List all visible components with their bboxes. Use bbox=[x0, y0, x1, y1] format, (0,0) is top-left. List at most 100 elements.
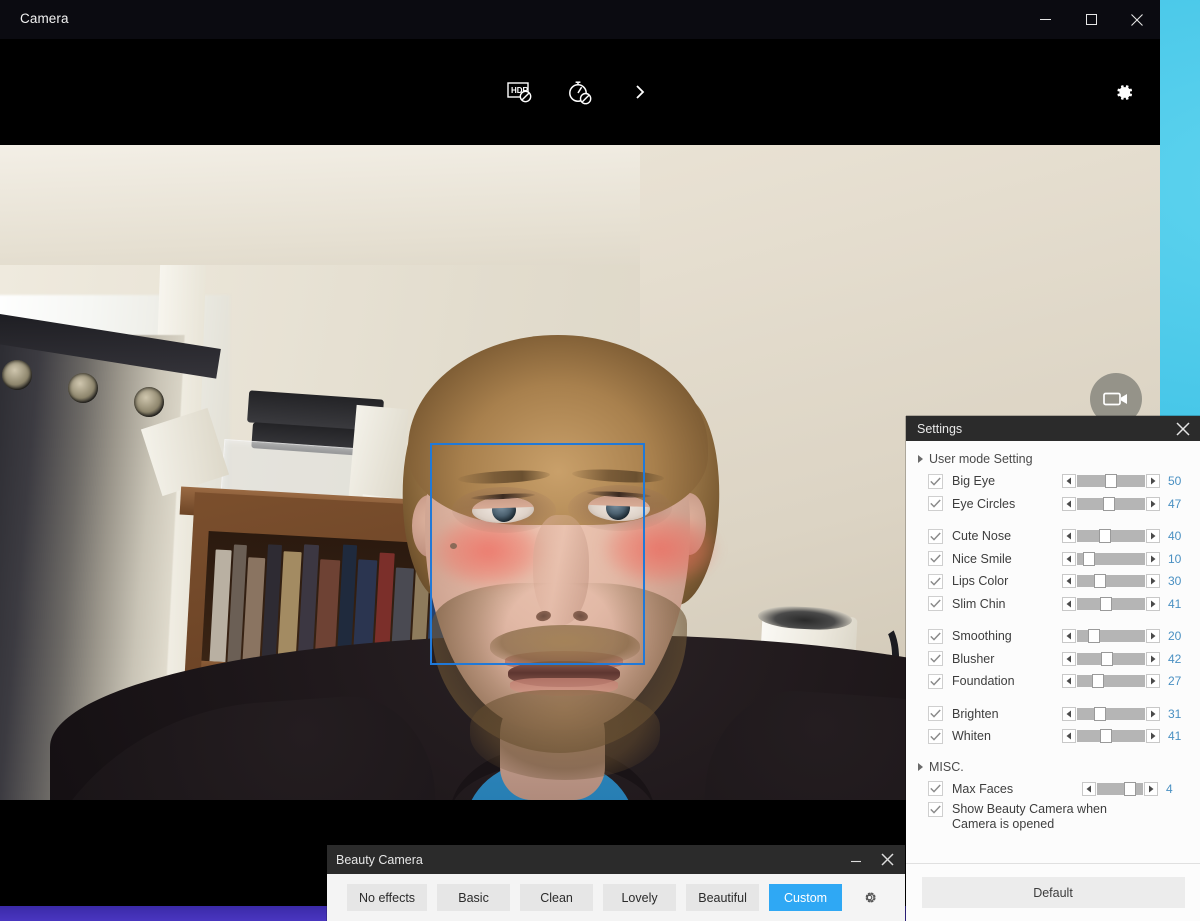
setting-row-slim-chin[interactable]: Slim Chin 41 bbox=[906, 593, 1200, 616]
slider-control[interactable]: 41 bbox=[1062, 725, 1190, 748]
slider-track[interactable] bbox=[1077, 551, 1145, 566]
settings-group-header-misc[interactable]: MISC. bbox=[906, 758, 1200, 778]
slider-increase-button[interactable] bbox=[1146, 706, 1160, 721]
slider-track[interactable] bbox=[1077, 596, 1145, 611]
slider-increase-button[interactable] bbox=[1146, 651, 1160, 666]
checkbox-smoothing[interactable] bbox=[928, 628, 943, 644]
slider-decrease-button[interactable] bbox=[1062, 674, 1076, 689]
settings-group-header-user-mode-setting[interactable]: User mode Setting bbox=[906, 450, 1200, 470]
close-button[interactable] bbox=[1114, 0, 1160, 39]
slider-thumb[interactable] bbox=[1124, 781, 1136, 796]
checkbox-big-eye[interactable] bbox=[928, 473, 943, 489]
slider-thumb[interactable] bbox=[1099, 529, 1111, 544]
effect-button-custom[interactable]: Custom bbox=[769, 884, 843, 911]
setting-row-max-faces[interactable]: Max Faces 4 bbox=[906, 778, 1200, 801]
slider-track[interactable] bbox=[1077, 706, 1145, 721]
setting-row-whiten[interactable]: Whiten 41 bbox=[906, 725, 1200, 748]
slider-decrease-button[interactable] bbox=[1062, 729, 1076, 744]
slider-thumb[interactable] bbox=[1092, 674, 1104, 689]
setting-row-smoothing[interactable]: Smoothing 20 bbox=[906, 625, 1200, 648]
slider-increase-button[interactable] bbox=[1146, 629, 1160, 644]
slider-thumb[interactable] bbox=[1083, 551, 1095, 566]
slider-decrease-button[interactable] bbox=[1062, 574, 1076, 589]
more-options-button[interactable] bbox=[623, 75, 657, 109]
slider-track[interactable] bbox=[1077, 529, 1145, 544]
beauty-minimize-button[interactable] bbox=[840, 845, 872, 874]
slider-increase-button[interactable] bbox=[1146, 496, 1160, 511]
slider-decrease-button[interactable] bbox=[1062, 596, 1076, 611]
slider-thumb[interactable] bbox=[1100, 596, 1112, 611]
checkbox-slim-chin[interactable] bbox=[928, 596, 943, 612]
setting-row-lips-color[interactable]: Lips Color 30 bbox=[906, 570, 1200, 593]
effect-button-clean[interactable]: Clean bbox=[520, 884, 594, 911]
setting-row-eye-circles[interactable]: Eye Circles 47 bbox=[906, 493, 1200, 516]
setting-row-blusher[interactable]: Blusher 42 bbox=[906, 648, 1200, 671]
slider-thumb[interactable] bbox=[1094, 706, 1106, 721]
slider-track[interactable] bbox=[1077, 474, 1145, 489]
camera-settings-button[interactable] bbox=[1112, 39, 1135, 145]
effect-button-beautiful[interactable]: Beautiful bbox=[686, 884, 760, 911]
effect-button-no-effects[interactable]: No effects bbox=[347, 884, 428, 911]
checkbox-eye-circles[interactable] bbox=[928, 496, 943, 512]
checkbox-lips-color[interactable] bbox=[928, 573, 943, 589]
minimize-button[interactable] bbox=[1022, 0, 1068, 39]
checkbox-blusher[interactable] bbox=[928, 651, 943, 667]
slider-control[interactable]: 10 bbox=[1062, 548, 1190, 571]
checkbox-nice-smile[interactable] bbox=[928, 551, 943, 567]
slider-decrease-button[interactable] bbox=[1062, 474, 1076, 489]
setting-row-brighten[interactable]: Brighten 31 bbox=[906, 703, 1200, 726]
checkbox-cute-nose[interactable] bbox=[928, 528, 943, 544]
slider-track[interactable] bbox=[1097, 781, 1143, 796]
slider-thumb[interactable] bbox=[1088, 629, 1100, 644]
slider-control[interactable]: 42 bbox=[1062, 648, 1190, 671]
slider-control[interactable]: 4 bbox=[1082, 778, 1188, 801]
slider-control[interactable]: 41 bbox=[1062, 593, 1190, 616]
slider-increase-button[interactable] bbox=[1146, 596, 1160, 611]
slider-decrease-button[interactable] bbox=[1062, 496, 1076, 511]
slider-thumb[interactable] bbox=[1100, 729, 1112, 744]
slider-track[interactable] bbox=[1077, 574, 1145, 589]
setting-row-cute-nose[interactable]: Cute Nose 40 bbox=[906, 525, 1200, 548]
slider-increase-button[interactable] bbox=[1146, 474, 1160, 489]
beauty-close-button[interactable] bbox=[871, 845, 903, 874]
slider-decrease-button[interactable] bbox=[1062, 629, 1076, 644]
slider-track[interactable] bbox=[1077, 674, 1145, 689]
slider-increase-button[interactable] bbox=[1146, 574, 1160, 589]
setting-row-foundation[interactable]: Foundation 27 bbox=[906, 670, 1200, 693]
slider-decrease-button[interactable] bbox=[1062, 706, 1076, 721]
hdr-off-button[interactable]: HDR bbox=[503, 75, 537, 109]
slider-thumb[interactable] bbox=[1105, 474, 1117, 489]
slider-track[interactable] bbox=[1077, 629, 1145, 644]
checkbox-foundation[interactable] bbox=[928, 673, 943, 689]
settings-scroll-area[interactable]: User mode Setting Big Eye 50 Eye Circles 47 C… bbox=[906, 441, 1200, 881]
slider-increase-button[interactable] bbox=[1146, 551, 1160, 566]
beauty-settings-button[interactable] bbox=[854, 883, 885, 912]
slider-increase-button[interactable] bbox=[1146, 529, 1160, 544]
slider-track[interactable] bbox=[1077, 651, 1145, 666]
photo-timer-off-button[interactable] bbox=[563, 75, 597, 109]
slider-increase-button[interactable] bbox=[1146, 729, 1160, 744]
effect-button-basic[interactable]: Basic bbox=[437, 884, 511, 911]
slider-control[interactable]: 47 bbox=[1062, 493, 1190, 516]
slider-decrease-button[interactable] bbox=[1062, 551, 1076, 566]
slider-thumb[interactable] bbox=[1103, 496, 1115, 511]
default-button[interactable]: Default bbox=[921, 877, 1185, 908]
setting-row-big-eye[interactable]: Big Eye 50 bbox=[906, 470, 1200, 493]
slider-control[interactable]: 31 bbox=[1062, 703, 1190, 726]
slider-decrease-button[interactable] bbox=[1062, 651, 1076, 666]
checkbox-whiten[interactable] bbox=[928, 728, 943, 744]
maximize-button[interactable] bbox=[1068, 0, 1114, 39]
slider-control[interactable]: 50 bbox=[1062, 470, 1190, 493]
checkbox-max-faces[interactable] bbox=[928, 781, 943, 797]
slider-control[interactable]: 20 bbox=[1062, 625, 1190, 648]
slider-control[interactable]: 27 bbox=[1062, 670, 1190, 693]
slider-increase-button[interactable] bbox=[1146, 674, 1160, 689]
slider-thumb[interactable] bbox=[1094, 574, 1106, 589]
setting-row-show-beauty-camera-when-camera-is-opened[interactable]: Show Beauty Camera when Camera is opened bbox=[906, 800, 1200, 832]
slider-decrease-button[interactable] bbox=[1062, 529, 1076, 544]
slider-track[interactable] bbox=[1077, 496, 1145, 511]
checkbox-show-beauty-camera-when-camera-is-opened[interactable] bbox=[928, 802, 943, 817]
setting-row-nice-smile[interactable]: Nice Smile 10 bbox=[906, 548, 1200, 571]
checkbox-brighten[interactable] bbox=[928, 706, 943, 722]
effect-button-lovely[interactable]: Lovely bbox=[603, 884, 677, 911]
